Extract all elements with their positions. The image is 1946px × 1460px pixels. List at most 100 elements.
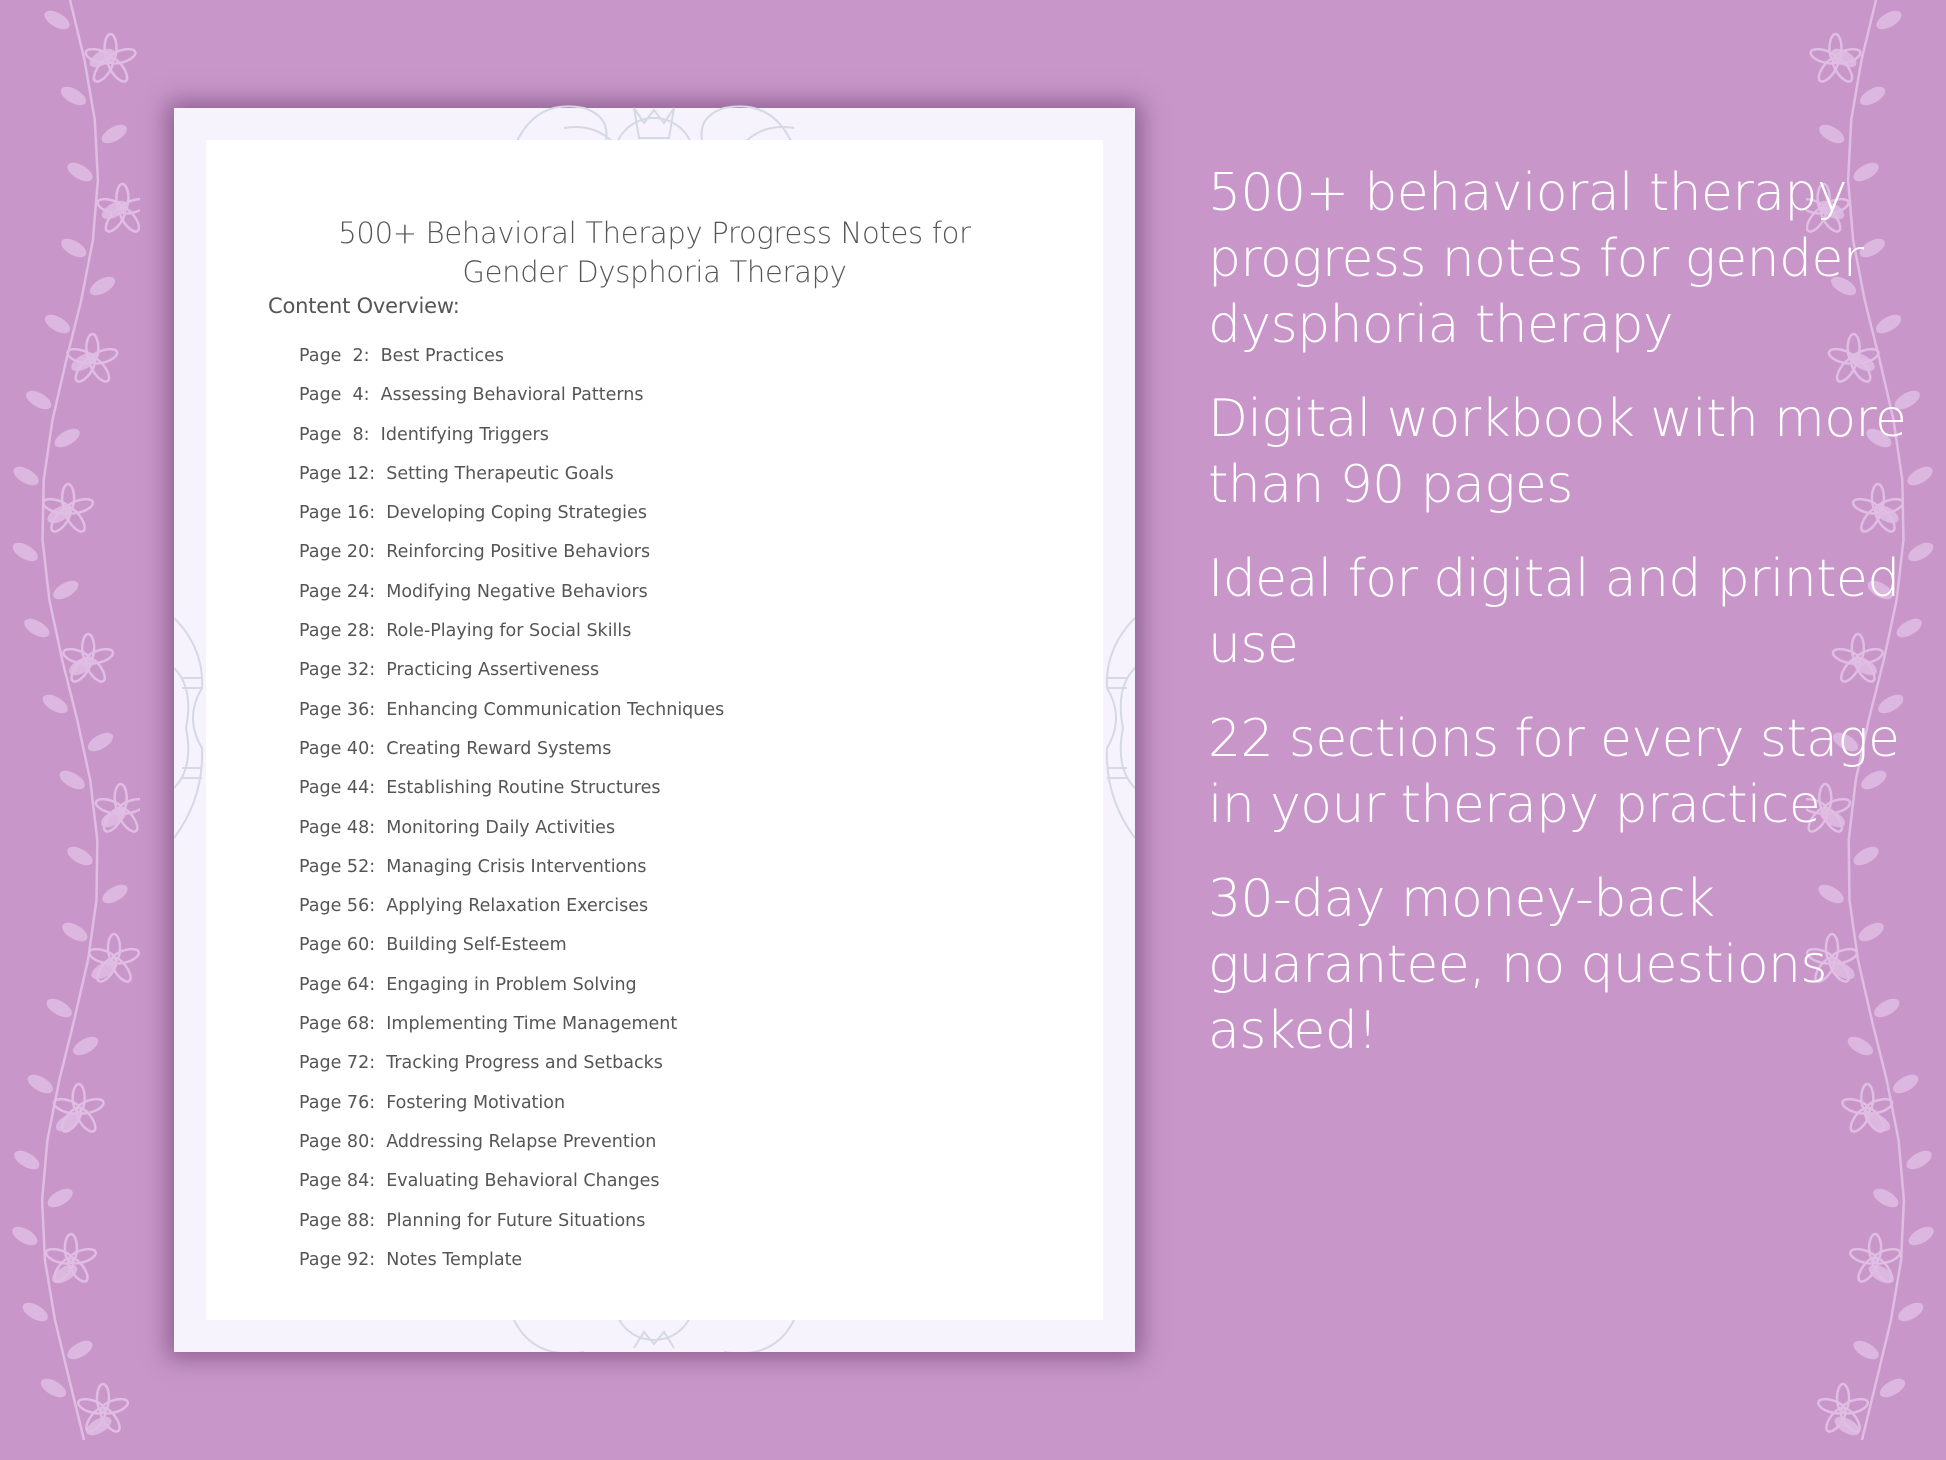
vine-leaf [1879, 1378, 1906, 1398]
toc-entry: Page 8: Identifying Triggers [299, 424, 724, 463]
toc-page-number: Page 36: [299, 699, 376, 720]
toc-section-title: Evaluating Behavioral Changes [386, 1171, 660, 1192]
toc-section-title: Modifying Negative Behaviors [386, 581, 648, 602]
toc-entry: Page 40: Creating Reward Systems [299, 738, 724, 777]
toc-page-number: Page 40: [299, 738, 376, 759]
toc-section-title: Fostering Motivation [386, 1092, 566, 1113]
vine-leaf [24, 618, 50, 638]
toc-entry: Page 20: Reinforcing Positive Behaviors [299, 541, 724, 580]
toc-page-number: Page 20: [299, 542, 376, 563]
document-title-line-1: 500+ Behavioral Therapy Progress Notes f… [338, 216, 971, 250]
toc-entry: Page 16: Developing Coping Strategies [299, 502, 724, 541]
vine-leaf [1859, 86, 1886, 106]
vine-leaf [67, 846, 93, 866]
vine-leaf [1898, 1302, 1924, 1322]
toc-entry: Page 64: Engaging in Problem Solving [299, 974, 724, 1013]
toc-section-title: Assessing Behavioral Patterns [380, 385, 644, 406]
toc-page-number: Page 32: [299, 660, 376, 681]
vine-flower-petal [1848, 1247, 1879, 1265]
vine-leaf [47, 1188, 73, 1208]
mandala-bottom-icon [513, 1320, 795, 1352]
toc-page-number: Page 84: [299, 1171, 376, 1192]
vine-flower-petal [44, 1247, 75, 1265]
toc-entry: Page 28: Role-Playing for Social Skills [299, 620, 724, 659]
toc-section-title: Planning for Future Situations [386, 1210, 646, 1231]
toc-section-title: Establishing Routine Structures [386, 778, 661, 799]
toc-section-title: Notes Template [386, 1249, 523, 1270]
vine-leaf [1819, 124, 1845, 144]
toc-page-number: Page 72: [299, 1053, 376, 1074]
toc-entry: Page 72: Tracking Progress and Setbacks [299, 1052, 724, 1091]
vine-stem [40, 0, 100, 1441]
vine-leaf [67, 1340, 93, 1360]
mandala-right-icon [1105, 617, 1135, 839]
feature-page-count: Digital workbook with more than 90 pages [1208, 389, 1907, 515]
toc-entry: Page 76: Fostering Motivation [299, 1092, 724, 1131]
toc-entry: Page 80: Addressing Relapse Prevention [299, 1131, 724, 1170]
toc-section-title: Building Self-Esteem [386, 935, 567, 956]
document-content: 500+ Behavioral Therapy Progress Notes f… [206, 140, 1103, 1320]
floral-vine-left-icon [12, 0, 140, 1441]
toc-page-number: Page 68: [299, 1014, 376, 1035]
vine-leaf [12, 1226, 38, 1246]
vine-leaf [12, 542, 38, 562]
toc-section-title: Engaging in Problem Solving [386, 974, 637, 995]
toc-section-title: Applying Relaxation Exercises [386, 896, 649, 917]
toc-entry: Page 60: Building Self-Esteem [299, 934, 724, 973]
toc-section-title: Reinforcing Positive Behaviors [386, 542, 651, 563]
vine-leaf [13, 466, 39, 486]
toc-entry: Page 12: Setting Therapeutic Goals [299, 463, 724, 502]
toc-entry: Page 2: Best Practices [299, 345, 724, 384]
mandala-left-icon [174, 617, 204, 839]
vine-leaf [1906, 1150, 1932, 1170]
vine-leaf [60, 86, 87, 106]
vine-leaf [54, 428, 80, 448]
toc-page-number: Page 80: [299, 1131, 376, 1152]
toc-entry: Page 36: Enhancing Communication Techniq… [299, 699, 724, 738]
toc-page-number: Page 56: [299, 896, 376, 917]
toc-entry: Page 56: Applying Relaxation Exercises [299, 895, 724, 934]
vine-leaf [62, 922, 88, 942]
toc-page-number: Page 44: [299, 778, 376, 799]
toc-section-title: Managing Crisis Interventions [386, 856, 647, 877]
vine-leaf [1908, 1226, 1934, 1246]
toc-page-number: Page 2: [299, 346, 370, 366]
toc-entry: Page 68: Implementing Time Management [299, 1013, 724, 1052]
toc-entry: Page 24: Modifying Negative Behaviors [299, 581, 724, 620]
toc-entry: Page 48: Monitoring Daily Activities [299, 817, 724, 856]
feature-list: 500+ behavioral therapy progress notes f… [1208, 160, 1908, 1092]
vine-leaf [26, 390, 52, 410]
vine-leaf [1907, 466, 1933, 486]
toc-entry: Page 88: Planning for Future Situations [299, 1210, 724, 1249]
content-overview-label: Content Overview: [268, 294, 460, 318]
vine-leaf [1908, 542, 1934, 562]
vine-leaf [22, 1302, 48, 1322]
vine-leaf [73, 1036, 99, 1056]
toc-page-number: Page 92: [299, 1249, 376, 1270]
vine-leaf [44, 314, 71, 334]
toc-section-title: Role-Playing for Social Skills [386, 621, 632, 642]
vine-flower-petal [76, 1397, 107, 1415]
toc-section-title: Developing Coping Strategies [386, 503, 647, 524]
document-page-preview: 500+ Behavioral Therapy Progress Notes f… [174, 105, 1135, 1352]
toc-page-number: Page 60: [299, 935, 376, 956]
vine-leaf [53, 580, 79, 600]
toc-page-number: Page 48: [299, 817, 376, 838]
document-title-line-2: Gender Dysphoria Therapy [462, 255, 847, 289]
vine-leaf [61, 238, 87, 258]
vine-leaf [67, 162, 93, 182]
toc-page-number: Page 28: [299, 621, 376, 642]
toc-page-number: Page 4: [299, 385, 370, 406]
toc-section-title: Addressing Relapse Prevention [386, 1131, 657, 1152]
toc-entry: Page 84: Evaluating Behavioral Changes [299, 1170, 724, 1209]
document-title: 500+ Behavioral Therapy Progress Notes f… [206, 214, 1103, 292]
vine-leaf [1853, 1340, 1879, 1360]
vine-leaf [89, 276, 116, 296]
feature-notes-count: 500+ behavioral therapy progress notes f… [1208, 163, 1864, 355]
toc-section-title: Creating Reward Systems [386, 738, 612, 759]
toc-section-title: Enhancing Communication Techniques [386, 699, 725, 720]
vine-leaf [44, 10, 70, 30]
vine-flower-petal [1816, 1397, 1847, 1415]
vine-flower-petal [1841, 1097, 1871, 1115]
feature-guarantee: 30-day money-back guarantee, no question… [1208, 869, 1828, 1061]
